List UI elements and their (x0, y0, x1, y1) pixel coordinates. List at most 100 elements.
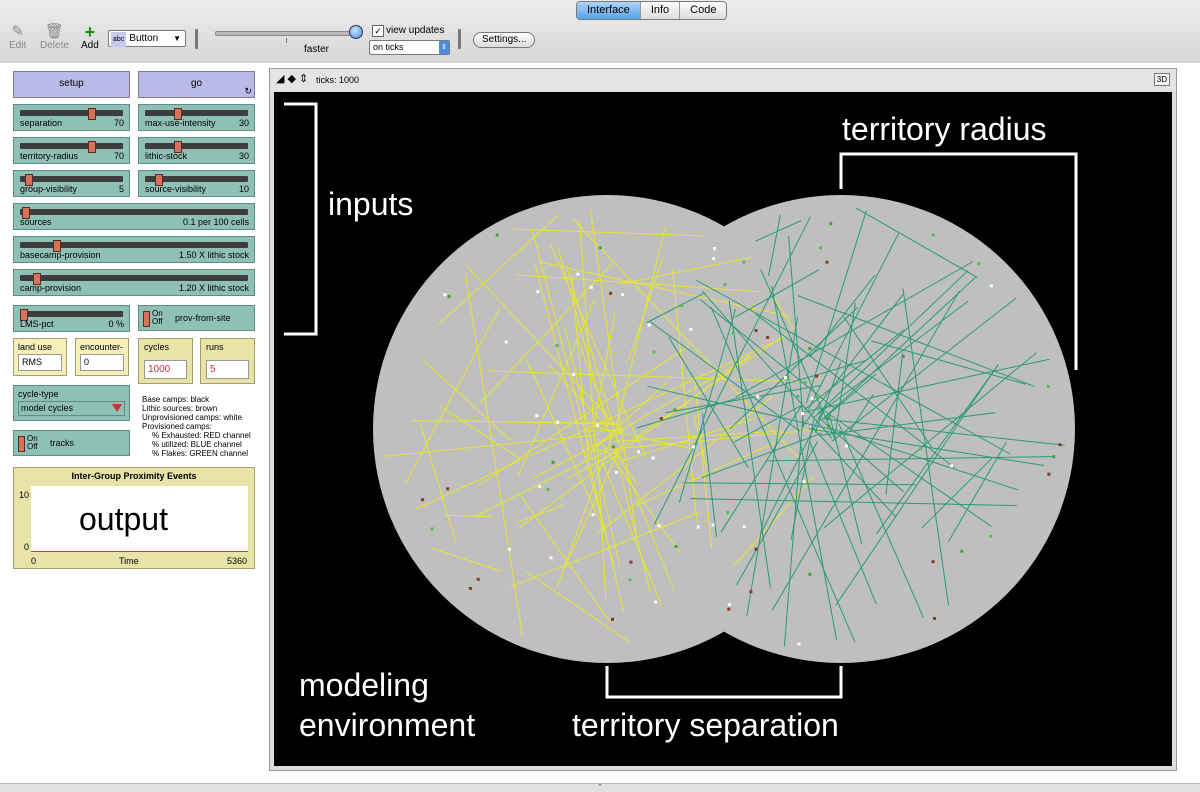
slider-lithic-stock[interactable]: lithic-stock 30 (138, 137, 255, 164)
camp-marker (692, 445, 695, 449)
camp-marker (421, 498, 425, 502)
camp-marker (546, 487, 550, 491)
cycles-field[interactable]: 1000 (144, 360, 187, 379)
delete-button[interactable]: 🗑 Delete (40, 24, 69, 52)
camp-marker (825, 260, 829, 264)
world-canvas[interactable]: inputs territory radius modeling environ… (274, 92, 1172, 766)
camp-marker (711, 523, 715, 527)
camp-marker (680, 304, 684, 308)
switch-toggle[interactable]: On Off (18, 435, 38, 452)
slider-sources[interactable]: sources 0.1 per 100 cells (13, 203, 255, 230)
slider-knob[interactable] (87, 108, 96, 120)
input-runs[interactable]: runs 5 (200, 338, 255, 384)
camp-marker (810, 396, 814, 400)
speed-slider-knob[interactable] (349, 25, 363, 39)
plot-y-min: 0 (24, 542, 30, 552)
camp-marker (1047, 384, 1050, 388)
camp-marker (1047, 472, 1051, 476)
camp-marker (611, 617, 614, 621)
camp-marker (802, 480, 806, 484)
add-button[interactable]: + Add (81, 22, 99, 51)
inputs-annotation: inputs (328, 186, 414, 222)
tab-interface[interactable]: Interface (577, 2, 641, 19)
camp-marker (595, 423, 599, 427)
view-updates-checkbox[interactable]: ✓ (372, 25, 384, 37)
switch-tracks[interactable]: On Off tracks (13, 430, 130, 456)
switch-label: tracks (50, 438, 75, 448)
input-land-use[interactable]: land use RMS (13, 338, 67, 376)
encounter-field[interactable]: 0 (80, 354, 124, 371)
input-encounter[interactable]: encounter- 0 (75, 338, 129, 376)
toolbar-divider (458, 29, 461, 49)
plus-icon: + (84, 22, 96, 42)
camp-marker (628, 578, 632, 582)
interface-panel: setup go ↻ separation 70 max-use-intensit… (0, 63, 1200, 783)
slider-separation[interactable]: separation 70 (13, 104, 130, 131)
inputs-bracket (284, 102, 318, 336)
camp-marker (652, 350, 656, 354)
3d-button[interactable]: 3D (1153, 73, 1170, 86)
switch-prov-from-site[interactable]: On Off prov-from-site (138, 305, 255, 331)
slider-group-visibility[interactable]: group-visibility 5 (13, 170, 130, 197)
go-button[interactable]: go ↻ (138, 71, 255, 98)
view-resize-arrows-icon[interactable]: ◢ ◆ ⇕ (276, 72, 308, 86)
camp-marker (766, 336, 770, 339)
cycle-type-select[interactable]: model cycles (18, 401, 125, 416)
chevron-down-icon: ▼ (173, 34, 181, 43)
slider-camp-provision[interactable]: camp-provision 1.20 X lithic stock (13, 269, 255, 296)
slider-knob[interactable] (87, 141, 96, 153)
camp-marker (742, 525, 746, 529)
camp-marker (556, 420, 560, 424)
slider-lms-pct[interactable]: LMS-pct 0 % (13, 305, 130, 332)
speed-slider[interactable] (215, 31, 357, 36)
camp-marker (815, 374, 819, 378)
camp-marker (844, 444, 848, 448)
slider-source-visibility[interactable]: source-visibility 10 (138, 170, 255, 197)
camp-marker (689, 327, 693, 331)
switch-toggle[interactable]: On Off (143, 310, 163, 327)
slider-max-use-intensity[interactable]: max-use-intensity 30 (138, 104, 255, 131)
tab-info[interactable]: Info (641, 2, 681, 19)
input-cycles[interactable]: cycles 1000 (138, 338, 193, 384)
tab-code[interactable]: Code (680, 2, 726, 19)
camp-marker (829, 222, 833, 226)
camp-marker (1052, 455, 1056, 459)
camp-marker (933, 617, 936, 620)
camp-marker (801, 412, 805, 416)
camp-marker (637, 450, 641, 454)
widget-type-badge: abc (111, 32, 127, 47)
camp-marker (754, 329, 758, 333)
camp-marker (901, 355, 905, 358)
plot-title: Inter-Group Proximity Events (71, 471, 197, 481)
slider-territory-radius[interactable]: territory-radius 70 (13, 137, 130, 164)
widget-type-select[interactable]: abc Button ▼ (108, 30, 186, 47)
settings-button[interactable]: Settings... (473, 32, 536, 48)
camp-marker (989, 534, 993, 538)
camp-marker (571, 373, 575, 377)
chooser-cycle-type[interactable]: cycle-type model cycles (13, 385, 130, 421)
runs-field[interactable]: 5 (206, 360, 249, 379)
camp-marker (808, 346, 812, 350)
tick-counter: ticks: 1000 (316, 75, 360, 85)
world-view-bar: ◢ ◆ ⇕ ticks: 1000 3D (270, 69, 1176, 91)
pencil-icon: ✎ (11, 23, 24, 40)
camp-marker (508, 547, 511, 551)
update-mode-select[interactable]: on ticks ⇕ (369, 40, 450, 55)
land-use-field[interactable]: RMS (18, 354, 62, 371)
camp-marker (674, 545, 678, 548)
camp-marker (611, 445, 615, 449)
camp-marker (538, 485, 542, 489)
camp-marker (723, 283, 727, 286)
camp-marker (808, 572, 812, 576)
camp-marker (629, 560, 633, 564)
camp-marker (430, 527, 434, 531)
camp-marker (555, 344, 559, 348)
camp-marker (495, 233, 499, 237)
camp-marker (598, 246, 602, 250)
setup-button[interactable]: setup (13, 71, 130, 98)
camp-marker (476, 577, 480, 581)
camp-marker (657, 524, 661, 528)
camp-marker (536, 290, 540, 294)
edit-button[interactable]: ✎ Edit (9, 23, 26, 52)
slider-basecamp-provision[interactable]: basecamp-provision 1.50 X lithic stock (13, 236, 255, 263)
